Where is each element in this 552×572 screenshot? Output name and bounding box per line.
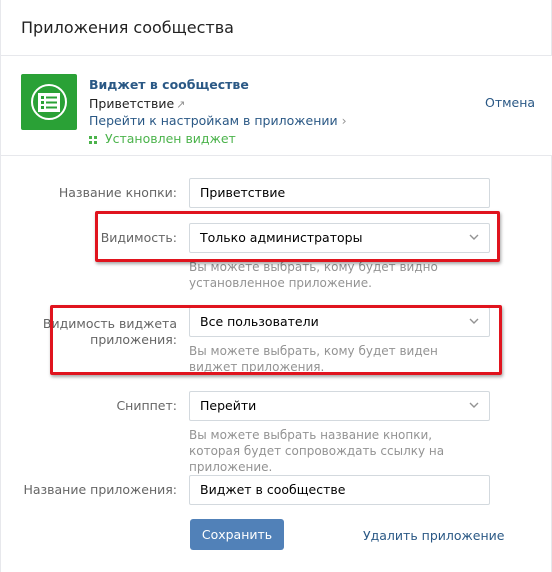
app-name-label: Название приложения: [23, 482, 177, 497]
button-name-label: Название кнопки: [58, 185, 177, 200]
external-link-icon: ↗ [176, 98, 186, 111]
chevron-down-icon [469, 402, 479, 408]
install-status-text: Установлен виджет [105, 131, 236, 146]
snippet-hint: Вы можете выбрать название кнопки, котор… [189, 428, 445, 474]
snippet-select[interactable]: Перейти [189, 391, 490, 421]
settings-link[interactable]: Перейти к настройкам в приложении › [89, 113, 347, 128]
page-title: Приложения сообщества [21, 18, 234, 37]
highlight-frame [50, 305, 502, 375]
app-name-link[interactable]: Виджет в сообществе [89, 77, 249, 92]
snippet-value: Перейти [200, 398, 257, 413]
snippet-label: Сниппет: [116, 398, 177, 413]
widget-list-icon [21, 74, 77, 130]
app-subtitle-text: Приветствие [89, 96, 175, 111]
delete-app-link[interactable]: Удалить приложение [363, 528, 504, 543]
settings-link-text: Перейти к настройкам в приложении [89, 113, 338, 128]
save-button[interactable]: Сохранить [190, 519, 284, 550]
chevron-right-icon: › [341, 113, 347, 128]
community-apps-panel: Приложения сообщества Виджет в сообществ… [0, 0, 552, 572]
cancel-button[interactable]: Отмена [485, 95, 535, 110]
visibility-hint: Вы можете выбрать, кому будет видно уста… [189, 260, 438, 290]
highlight-frame [95, 211, 500, 262]
button-name-input[interactable]: Приветствие [189, 178, 490, 208]
app-name-input[interactable]: Виджет в сообществе [189, 475, 490, 505]
install-status: Установлен виджет [89, 131, 236, 146]
panel-header: Приложения сообщества [1, 0, 552, 56]
grid-icon [89, 136, 97, 144]
app-info-block: Виджет в сообществе Приветствие ↗ Перейти… [1, 56, 552, 156]
app-subtitle: Приветствие ↗ [89, 96, 185, 111]
